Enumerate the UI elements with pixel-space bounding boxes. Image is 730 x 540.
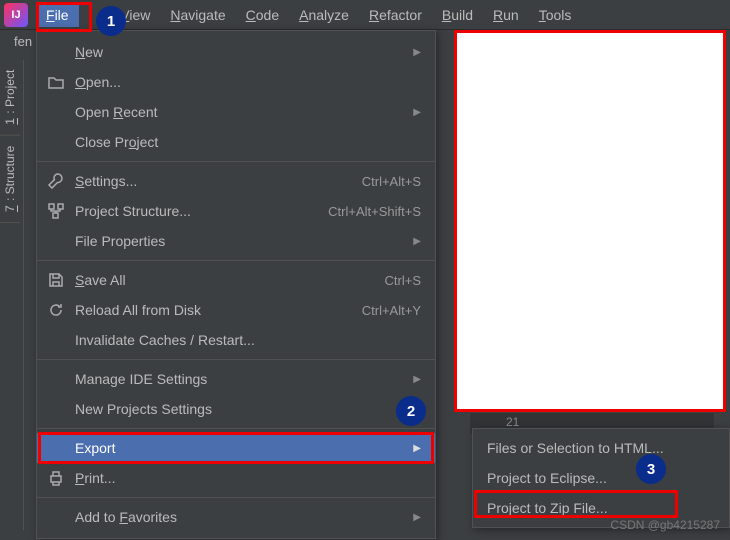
menu-item-close-project[interactable]: Close Project: [37, 127, 435, 157]
menu-tools[interactable]: Tools: [529, 3, 582, 27]
menu-item-label: File Properties: [75, 233, 405, 249]
menu-item-label: Project Structure...: [75, 203, 318, 219]
menu-build[interactable]: Build: [432, 3, 483, 27]
annotation-circle-2: 2: [396, 396, 426, 426]
submenu-arrow-icon: ▶: [413, 374, 421, 385]
menu-item-invalidate-caches-restart[interactable]: Invalidate Caches / Restart...: [37, 325, 435, 355]
folder-icon: [47, 73, 65, 91]
menu-item-label: Close Project: [75, 134, 421, 150]
blank-icon: [47, 103, 65, 121]
shortcut-label: Ctrl+Alt+S: [362, 174, 421, 189]
annotation-circle-1: 1: [96, 6, 126, 36]
menu-item-label: Manage IDE Settings: [75, 371, 405, 387]
menu-item-label: New Projects Settings: [75, 401, 405, 417]
blank-icon: [47, 508, 65, 526]
submenu-arrow-icon: ▶: [413, 512, 421, 523]
submenu-item-project-to-eclipse[interactable]: Project to Eclipse...: [473, 463, 729, 493]
submenu-arrow-icon: ▶: [413, 443, 421, 454]
menu-file[interactable]: File: [36, 3, 79, 27]
menu-item-save-all[interactable]: Save All Ctrl+S: [37, 265, 435, 295]
menu-item-add-to-favorites[interactable]: Add to Favorites ▶: [37, 502, 435, 532]
editor-redacted-area: [454, 30, 726, 412]
blank-icon: [47, 400, 65, 418]
menu-item-label: Add to Favorites: [75, 509, 405, 525]
reload-icon: [47, 301, 65, 319]
menu-item-label: Open Recent: [75, 104, 405, 120]
annotation-circle-3: 3: [636, 454, 666, 484]
submenu-arrow-icon: ▶: [413, 47, 421, 58]
menu-item-project-structure[interactable]: Project Structure... Ctrl+Alt+Shift+S: [37, 196, 435, 226]
menu-item-settings[interactable]: Settings... Ctrl+Alt+S: [37, 166, 435, 196]
watermark: CSDN @gb4215287: [610, 518, 720, 532]
menu-item-open[interactable]: Open...: [37, 67, 435, 97]
menu-item-label: Save All: [75, 272, 375, 288]
menu-item-label: Open...: [75, 74, 421, 90]
blank-icon: [47, 232, 65, 250]
structure-icon: [47, 202, 65, 220]
blank-icon: [47, 370, 65, 388]
shortcut-label: Ctrl+Alt+Shift+S: [328, 204, 421, 219]
left-tool-sidebar: 1: Project7: Structure: [0, 60, 24, 530]
breadcrumb: fen: [14, 34, 32, 49]
shortcut-label: Ctrl+S: [385, 273, 421, 288]
menu-run[interactable]: Run: [483, 3, 529, 27]
menu-item-reload-all-from-disk[interactable]: Reload All from Disk Ctrl+Alt+Y: [37, 295, 435, 325]
menu-item-new-projects-settings[interactable]: New Projects Settings▶: [37, 394, 435, 424]
file-menu-dropdown: New ▶ Open... Open Recent ▶ Close Project Sett…: [36, 30, 436, 539]
menu-refactor[interactable]: Refactor: [359, 3, 432, 27]
wrench-icon: [47, 172, 65, 190]
menu-item-export[interactable]: Export ▶: [37, 433, 435, 463]
menu-item-manage-ide-settings[interactable]: Manage IDE Settings ▶: [37, 364, 435, 394]
submenu-arrow-icon: ▶: [413, 236, 421, 247]
side-tab-structure[interactable]: 7: Structure: [0, 136, 20, 223]
menu-item-new[interactable]: New ▶: [37, 37, 435, 67]
menu-navigate[interactable]: Navigate: [160, 3, 235, 27]
menu-item-label: Export: [75, 440, 405, 456]
submenu-item-files-or-selection-to-html[interactable]: Files or Selection to HTML...: [473, 433, 729, 463]
menu-item-open-recent[interactable]: Open Recent ▶: [37, 97, 435, 127]
menu-item-label: Reload All from Disk: [75, 302, 352, 318]
export-submenu: Files or Selection to HTML...Project to …: [472, 428, 730, 528]
menu-item-file-properties[interactable]: File Properties ▶: [37, 226, 435, 256]
submenu-arrow-icon: ▶: [413, 107, 421, 118]
blank-icon: [47, 43, 65, 61]
menu-item-label: Invalidate Caches / Restart...: [75, 332, 421, 348]
blank-icon: [47, 133, 65, 151]
menu-item-label: New: [75, 44, 405, 60]
side-tab-project[interactable]: 1: Project: [0, 60, 20, 136]
menu-analyze[interactable]: Analyze: [289, 3, 359, 27]
app-icon: IJ: [4, 3, 28, 27]
saveall-icon: [47, 271, 65, 289]
blank-icon: [47, 331, 65, 349]
print-icon: [47, 469, 65, 487]
menu-item-print[interactable]: Print...: [37, 463, 435, 493]
shortcut-label: Ctrl+Alt+Y: [362, 303, 421, 318]
menu-item-label: Print...: [75, 470, 421, 486]
menu-item-label: Settings...: [75, 173, 352, 189]
blank-icon: [47, 439, 65, 457]
menu-code[interactable]: Code: [236, 3, 289, 27]
